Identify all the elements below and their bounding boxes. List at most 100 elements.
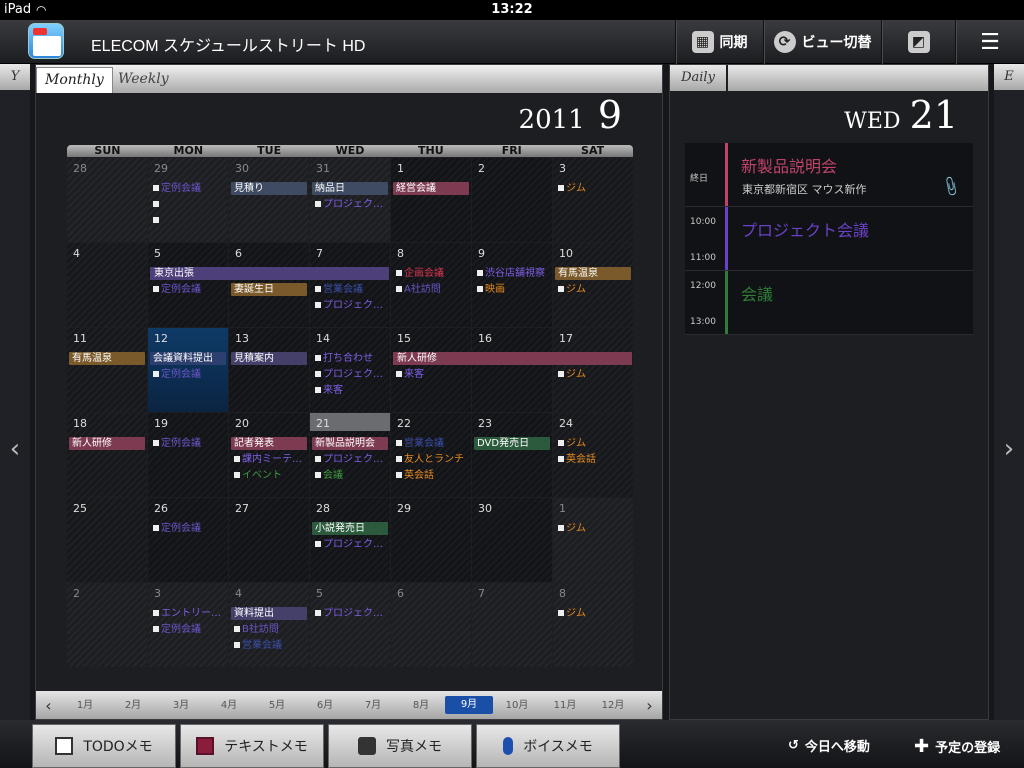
event-entry[interactable]: 営業会議 (312, 283, 388, 296)
month-item[interactable]: 12月 (589, 696, 637, 714)
day-cell[interactable]: 29 (391, 498, 471, 582)
next-month-arrow-icon[interactable]: › (637, 696, 662, 715)
yearly-tab[interactable]: Y (0, 64, 30, 90)
day-cell[interactable]: 25 (67, 498, 147, 582)
day-cell[interactable]: 5 定例会議 (148, 243, 228, 327)
day-cell[interactable]: 8 企画会議 A社訪問 (391, 243, 471, 327)
event-entry[interactable]: イベント (231, 469, 307, 482)
menu-button[interactable]: ☰ (955, 20, 1024, 64)
day-cell[interactable]: 16 (472, 328, 552, 412)
month-item[interactable]: 8月 (397, 696, 445, 714)
multiday-event[interactable]: 東京出張 (150, 267, 389, 280)
day-cell[interactable]: 20 記者発表 課内ミーテ… イベント (229, 413, 309, 497)
day-cell[interactable]: 31 納品日 プロジェク… (310, 158, 390, 242)
event-entry[interactable]: 渋谷店舗視察 (474, 267, 550, 280)
day-event-row[interactable]: 終日 新製品説明会 東京都新宿区 マウス新作 📎 (685, 143, 973, 207)
event-entry[interactable]: 有馬温泉 (555, 267, 631, 280)
event-entry[interactable]: 会議 (312, 469, 388, 482)
event-entry[interactable]: プロジェク… (312, 607, 388, 620)
day-cell[interactable]: 14 打ち合わせ プロジェク… 来客 (310, 328, 390, 412)
day-event-row[interactable]: 10:00 11:00 プロジェクト会議 (685, 207, 973, 271)
text-memo-button[interactable]: テキストメモ (180, 724, 324, 768)
event-entry[interactable]: ジム (555, 182, 631, 195)
event-entry[interactable]: 打ち合わせ (312, 352, 388, 365)
event-entry[interactable]: 課内ミーテ… (231, 453, 307, 466)
event-entry[interactable]: A社訪問 (393, 283, 469, 296)
event-entry[interactable]: 来客 (312, 384, 388, 397)
event-entry[interactable]: DVD発売日 (474, 437, 550, 450)
day-cell[interactable]: 27 (229, 498, 309, 582)
event-entry[interactable]: エントリー… (150, 607, 226, 620)
month-item[interactable]: 10月 (493, 696, 541, 714)
event-entry[interactable]: ジム (555, 522, 631, 535)
day-cell[interactable]: 5 プロジェク… (310, 583, 390, 667)
day-cell[interactable]: 8 ジム (553, 583, 633, 667)
event-entry[interactable]: 定例会議 (150, 283, 226, 296)
day-cell[interactable]: 3 ジム (553, 158, 633, 242)
event-entry[interactable]: 営業会議 (231, 639, 307, 652)
previous-panel-stub[interactable]: Y ‹ (0, 64, 30, 720)
event-entry[interactable]: 企画会議 (393, 267, 469, 280)
day-cell[interactable]: 6 妻誕生日 (229, 243, 309, 327)
month-item[interactable]: 5月 (253, 696, 301, 714)
day-cell[interactable]: 28 (67, 158, 147, 242)
todo-memo-button[interactable]: TODOメモ (32, 724, 176, 768)
tab-monthly[interactable]: Monthly (36, 67, 113, 93)
event-entry[interactable]: プロジェク… (312, 453, 388, 466)
event-entry[interactable] (150, 214, 226, 227)
sync-button[interactable]: ▦ 同期 (675, 20, 763, 64)
day-cell[interactable]: 1 ジム (553, 498, 633, 582)
day-cell[interactable]: 11 有馬温泉 (67, 328, 147, 412)
event-entry[interactable]: 英会話 (555, 453, 631, 466)
day-cell[interactable]: 10 有馬温泉 ジム (553, 243, 633, 327)
day-cell[interactable]: 4 資料提出 B社訪問 営業会議 (229, 583, 309, 667)
app-icon[interactable] (28, 23, 64, 59)
add-event-button[interactable]: ✚ 予定の登録 (914, 736, 1000, 757)
day-cell[interactable]: 30 見積り (229, 158, 309, 242)
prev-month-arrow-icon[interactable]: ‹ (36, 696, 61, 715)
day-cell[interactable]: 19 定例会議 (148, 413, 228, 497)
event-entry[interactable]: 定例会議 (150, 623, 226, 636)
event-entry[interactable]: 見積り (231, 182, 307, 195)
view-switch-button[interactable]: ⟳ ビュー切替 (763, 20, 881, 64)
event-entry[interactable]: 小説発売日 (312, 522, 388, 535)
event-entry[interactable]: 営業会議 (393, 437, 469, 450)
month-item[interactable]: 1月 (61, 696, 109, 714)
event-entry[interactable]: 英会話 (393, 469, 469, 482)
month-item[interactable]: 7月 (349, 696, 397, 714)
month-item[interactable]: 9月 (445, 696, 493, 714)
event-entry[interactable]: B社訪問 (231, 623, 307, 636)
day-cell[interactable]: 18 新人研修 (67, 413, 147, 497)
day-cell[interactable]: 4 (67, 243, 147, 327)
day-cell[interactable]: 2 (67, 583, 147, 667)
event-entry[interactable]: プロジェク… (312, 538, 388, 551)
event-tab[interactable]: E (994, 64, 1024, 90)
event-entry[interactable]: 定例会議 (150, 182, 226, 195)
event-entry[interactable]: 定例会議 (150, 437, 226, 450)
event-entry[interactable]: プロジェク… (312, 299, 388, 312)
day-cell[interactable]: 28 小説発売日 プロジェク… (310, 498, 390, 582)
event-entry[interactable]: 友人とランチ (393, 453, 469, 466)
day-cell[interactable]: 7 (472, 583, 552, 667)
day-cell[interactable]: 12 会議資料提出 定例会議 (148, 328, 228, 412)
month-item[interactable]: 11月 (541, 696, 589, 714)
event-entry[interactable]: 資料提出 (231, 607, 307, 620)
event-entry[interactable] (150, 198, 226, 211)
day-cell[interactable]: 29 定例会議 (148, 158, 228, 242)
day-cell[interactable]: 13 見積案内 (229, 328, 309, 412)
day-cell[interactable]: 26 定例会議 (148, 498, 228, 582)
chevron-left-icon[interactable]: ‹ (0, 434, 30, 464)
event-entry[interactable]: 新人研修 (69, 437, 145, 450)
multiday-event[interactable]: 新人研修 (393, 352, 632, 365)
event-entry[interactable]: ジム (555, 368, 631, 381)
day-cell[interactable]: 1 経営会議 (391, 158, 471, 242)
day-cell[interactable]: 15報告書提出来客 (391, 328, 471, 412)
event-entry[interactable]: 会議資料提出 (150, 352, 226, 365)
event-entry[interactable]: 定例会議 (150, 522, 226, 535)
day-cell[interactable]: 30 (472, 498, 552, 582)
event-entry[interactable]: プロジェク… (312, 198, 388, 211)
event-entry[interactable]: 記者発表 (231, 437, 307, 450)
day-cell[interactable]: 17 ジム (553, 328, 633, 412)
day-cell[interactable]: 3 エントリー… 定例会議 (148, 583, 228, 667)
event-entry[interactable]: 新製品説明会 (312, 437, 388, 450)
